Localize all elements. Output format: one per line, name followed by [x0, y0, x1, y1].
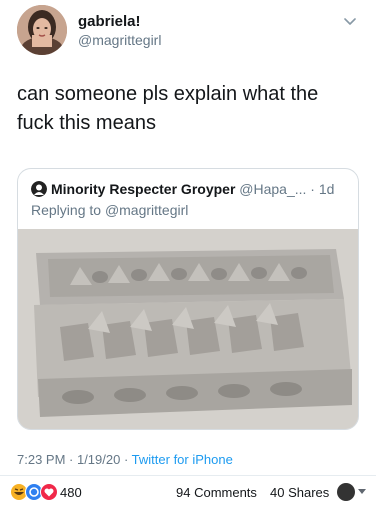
- reaction-count[interactable]: 480: [60, 485, 82, 500]
- quoted-avatar[interactable]: [31, 181, 47, 197]
- quoted-header: Minority Respecter Groyper @Hapa_... · 1…: [31, 181, 334, 198]
- haha-reaction-icon: [10, 483, 28, 501]
- quoted-handle[interactable]: @Hapa_...: [239, 181, 306, 197]
- profile-mini-icon[interactable]: [337, 483, 355, 501]
- tweet-meta: 7:23 PM · 1/19/20 · Twitter for iPhone: [17, 452, 233, 467]
- quoted-display-name[interactable]: Minority Respecter Groyper: [51, 181, 235, 197]
- replying-to-handle[interactable]: @magrittegirl: [105, 202, 188, 218]
- shares-count[interactable]: 40 Shares: [270, 485, 329, 500]
- display-name[interactable]: gabriela!: [78, 13, 161, 30]
- user-avatar[interactable]: [17, 5, 67, 55]
- facebook-stats-bar: 480 94 Comments 40 Shares: [0, 478, 376, 508]
- caret-down-icon[interactable]: [358, 489, 366, 494]
- tweet-source[interactable]: Twitter for iPhone: [132, 452, 233, 467]
- comments-count[interactable]: 94 Comments: [176, 485, 257, 500]
- replying-to: Replying to @magrittegirl: [31, 202, 188, 218]
- wow-reaction-icon: [25, 483, 43, 501]
- user-handle[interactable]: @magrittegirl: [78, 32, 161, 49]
- replying-to-prefix: Replying to: [31, 202, 105, 218]
- tweet-text: can someone pls explain what the fuck th…: [17, 83, 319, 134]
- quoted-time: · 1d: [306, 181, 335, 197]
- chevron-down-icon[interactable]: [344, 18, 356, 26]
- divider: [0, 475, 376, 476]
- quoted-tweet[interactable]: Minority Respecter Groyper @Hapa_... · 1…: [17, 168, 359, 430]
- egg-carton-image[interactable]: [18, 229, 358, 429]
- user-info: gabriela! @magrittegirl: [78, 13, 161, 49]
- timestamp[interactable]: 7:23 PM · 1/19/20 ·: [17, 452, 132, 467]
- tweet-card: gabriela! @magrittegirl can someone pls …: [0, 0, 376, 512]
- reactions-icons[interactable]: [10, 483, 60, 501]
- love-reaction-icon: [40, 483, 58, 501]
